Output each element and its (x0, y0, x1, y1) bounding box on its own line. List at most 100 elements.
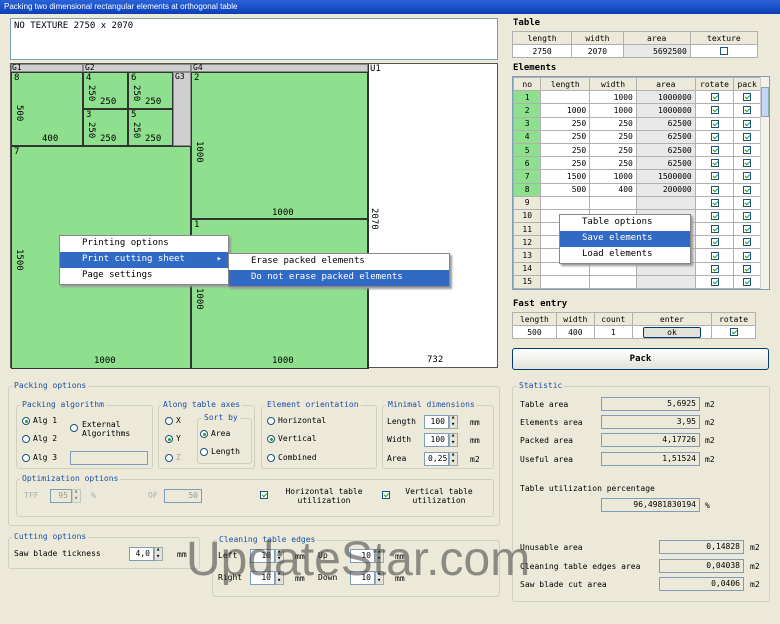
menu-item-do-not-erase[interactable]: Do not erase packed elements (229, 270, 449, 286)
element-length-cell[interactable] (540, 90, 591, 105)
element-pack-cell[interactable] (733, 169, 761, 184)
element-length-cell[interactable]: 250 (540, 129, 591, 144)
element-width-cell[interactable]: 1000 (589, 90, 637, 105)
element-pack-checkbox[interactable] (743, 106, 752, 115)
fe-length-input[interactable]: 500 (512, 325, 557, 340)
element-width-cell[interactable] (589, 261, 637, 276)
element-row[interactable]: 4 250 250 62500 (513, 129, 761, 144)
element-pack-cell[interactable] (733, 261, 761, 276)
htu-checkbox[interactable] (260, 490, 268, 499)
element-rotate-cell[interactable] (694, 235, 735, 250)
menu-item-load-elements[interactable]: Load elements (560, 247, 690, 263)
orient-vertical-dot[interactable] (267, 434, 275, 443)
element-rotate-checkbox[interactable] (710, 198, 719, 207)
element-pack-checkbox[interactable] (743, 132, 752, 141)
element-pack-checkbox[interactable] (743, 211, 752, 220)
element-rotate-cell[interactable] (694, 182, 735, 197)
element-rotate-checkbox[interactable] (710, 106, 719, 115)
element-pack-checkbox[interactable] (743, 277, 752, 286)
axis-x-radio-dot[interactable] (165, 416, 173, 425)
saw-input[interactable]: 4,0 (129, 547, 154, 561)
element-length-cell[interactable]: 250 (540, 142, 591, 158)
element-rotate-cell[interactable] (694, 142, 735, 158)
element-pack-cell[interactable] (733, 235, 761, 250)
element-row[interactable]: 8 500 400 200000 (513, 182, 761, 197)
alg3-radio-dot[interactable] (22, 453, 30, 462)
external-radio[interactable]: External Algorithms (70, 420, 140, 438)
sort-area-radio-dot[interactable] (200, 429, 208, 438)
element-row[interactable]: 6 250 250 62500 (513, 156, 761, 171)
min-width-input[interactable]: 100 (424, 433, 449, 447)
element-pack-cell[interactable] (733, 195, 761, 210)
alg1-radio-dot[interactable] (22, 416, 30, 425)
alg2-radio-dot[interactable] (22, 434, 30, 443)
element-pack-checkbox[interactable] (743, 225, 752, 234)
element-rotate-cell[interactable] (694, 248, 735, 263)
alg1-radio[interactable]: Alg 1 (22, 416, 57, 425)
orient-horizontal-dot[interactable] (267, 416, 275, 425)
orient-horizontal-radio[interactable]: Horizontal (267, 416, 326, 425)
notes-textarea[interactable]: NO TEXTURE 2750 x 2070 (10, 18, 498, 60)
element-length-cell[interactable] (540, 274, 591, 289)
element-pack-cell[interactable] (733, 208, 761, 224)
element-width-cell[interactable]: 400 (589, 182, 637, 197)
piece-6[interactable]: 6 250 250 (128, 72, 173, 109)
element-pack-checkbox[interactable] (743, 264, 752, 273)
element-pack-cell[interactable] (733, 182, 761, 197)
vtu-checkbox-wrap[interactable] (382, 490, 390, 499)
fe-enter-cell[interactable]: ok (631, 325, 713, 340)
element-rotate-checkbox[interactable] (710, 225, 719, 234)
element-width-cell[interactable]: 1000 (589, 103, 637, 118)
element-rotate-cell[interactable] (694, 222, 735, 237)
element-pack-checkbox[interactable] (743, 238, 752, 247)
fe-rotate-checkbox[interactable] (729, 328, 738, 337)
element-rotate-checkbox[interactable] (710, 251, 719, 260)
element-width-cell[interactable]: 250 (589, 142, 637, 158)
element-length-cell[interactable] (540, 261, 591, 276)
element-rotate-cell[interactable] (694, 195, 735, 210)
alg3-radio[interactable]: Alg 3 (22, 453, 57, 462)
element-rotate-checkbox[interactable] (710, 277, 719, 286)
sort-area-radio[interactable]: Area (200, 429, 230, 438)
element-pack-checkbox[interactable] (743, 198, 752, 207)
element-length-cell[interactable] (540, 195, 591, 210)
external-radio-dot[interactable] (70, 424, 78, 432)
element-row[interactable]: 2 1000 1000 1000000 (513, 103, 761, 118)
element-rotate-checkbox[interactable] (710, 93, 719, 102)
min-length-spinner[interactable] (449, 413, 458, 429)
piece-3[interactable]: 3 250 250 (83, 109, 128, 146)
element-rotate-cell[interactable] (694, 208, 735, 224)
piece-2[interactable]: 2 1000 1000 (191, 72, 368, 219)
saw-spinner[interactable] (154, 545, 163, 561)
menu-item-printing-options[interactable]: Printing options (60, 236, 228, 252)
fe-rotate-cell[interactable] (711, 325, 756, 340)
element-pack-cell[interactable] (733, 248, 761, 263)
table-texture-cell[interactable] (689, 44, 759, 59)
fe-count-input[interactable]: 1 (593, 325, 633, 340)
menu-item-table-options[interactable]: Table options (560, 215, 690, 231)
element-rotate-checkbox[interactable] (710, 172, 719, 181)
menu-item-save-elements[interactable]: Save elements (560, 231, 690, 247)
table-grid[interactable]: length width area texture 2750 2070 5692500 (511, 30, 759, 59)
min-area-spinner[interactable] (449, 450, 458, 466)
sort-length-radio-dot[interactable] (200, 447, 208, 456)
element-pack-cell[interactable] (733, 103, 761, 118)
element-rotate-cell[interactable] (694, 261, 735, 276)
piece-5[interactable]: 5 250 250 (128, 109, 173, 146)
element-length-cell[interactable]: 1500 (540, 169, 591, 184)
element-pack-cell[interactable] (733, 90, 761, 105)
piece-4[interactable]: 4 250 250 (83, 72, 128, 109)
element-rotate-checkbox[interactable] (710, 238, 719, 247)
element-pack-cell[interactable] (733, 129, 761, 144)
element-pack-checkbox[interactable] (743, 146, 752, 155)
element-length-cell[interactable]: 500 (540, 182, 591, 197)
element-rotate-checkbox[interactable] (710, 119, 719, 128)
element-rotate-cell[interactable] (694, 274, 735, 289)
element-pack-cell[interactable] (733, 116, 761, 131)
pack-button[interactable]: Pack (512, 348, 769, 370)
elements-scroll-thumb[interactable] (761, 87, 769, 117)
alg2-radio[interactable]: Alg 2 (22, 434, 57, 443)
menu-item-erase-packed[interactable]: Erase packed elements (229, 254, 449, 270)
element-rotate-cell[interactable] (694, 90, 735, 105)
piece-8[interactable]: 8 500 400 (11, 72, 83, 146)
